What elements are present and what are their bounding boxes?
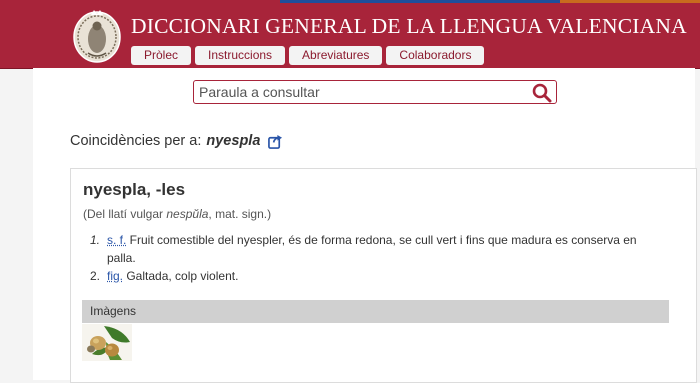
site-title[interactable]: DICCIONARI GENERAL DE LA LLENGUA VALENCI… (131, 14, 687, 39)
nav-item-instruccions[interactable]: Instruccions (195, 46, 285, 65)
nav-item-abreviatures[interactable]: Abreviatures (289, 46, 382, 65)
search-box (193, 80, 557, 104)
seal-logo-icon[interactable] (72, 9, 122, 63)
search-input[interactable] (199, 83, 519, 101)
entry-headword: nyespla, -les (83, 180, 185, 200)
results-heading: Coincidències per a: nyespla (70, 133, 283, 149)
search-icon[interactable] (532, 83, 552, 103)
site-header: DICCIONARI GENERAL DE LA LLENGUA VALENCI… (0, 3, 700, 69)
definition-item: 1. s. f. Fruit comestible del nyespler, … (107, 231, 662, 267)
definition-item: 2. fig. Galtada, colp violent. (107, 267, 662, 285)
definition-number: 1. (90, 231, 100, 249)
definition-number: 2. (90, 267, 100, 285)
definition-list: 1. s. f. Fruit comestible del nyespler, … (107, 231, 662, 285)
nav-item-prolec[interactable]: Pròlec (131, 46, 191, 65)
main-nav: Pròlec Instruccions Abreviatures Colabor… (131, 46, 484, 65)
results-label: Coincidències per a: (70, 133, 201, 149)
etym-prefix: (Del llatí vulgar (83, 207, 166, 221)
nav-item-colaboradors[interactable]: Colaboradors (386, 46, 484, 65)
entry-etymology: (Del llatí vulgar nespŭla, mat. sign.) (83, 207, 271, 221)
results-term: nyespla (206, 133, 260, 149)
images-section-header: Imàgens (82, 300, 669, 323)
etym-word: nespŭla (166, 207, 208, 221)
loquat-fruit-thumbnail[interactable] (82, 324, 132, 361)
abbr-link[interactable]: fig. (107, 269, 123, 283)
abbr-link[interactable]: s. f. (107, 233, 126, 247)
definition-text: Galtada, colp violent. (123, 269, 238, 283)
etym-suffix: , mat. sign.) (208, 207, 271, 221)
share-link-icon[interactable] (268, 134, 283, 149)
definition-text: Fruit comestible del nyespler, és de for… (107, 233, 637, 265)
